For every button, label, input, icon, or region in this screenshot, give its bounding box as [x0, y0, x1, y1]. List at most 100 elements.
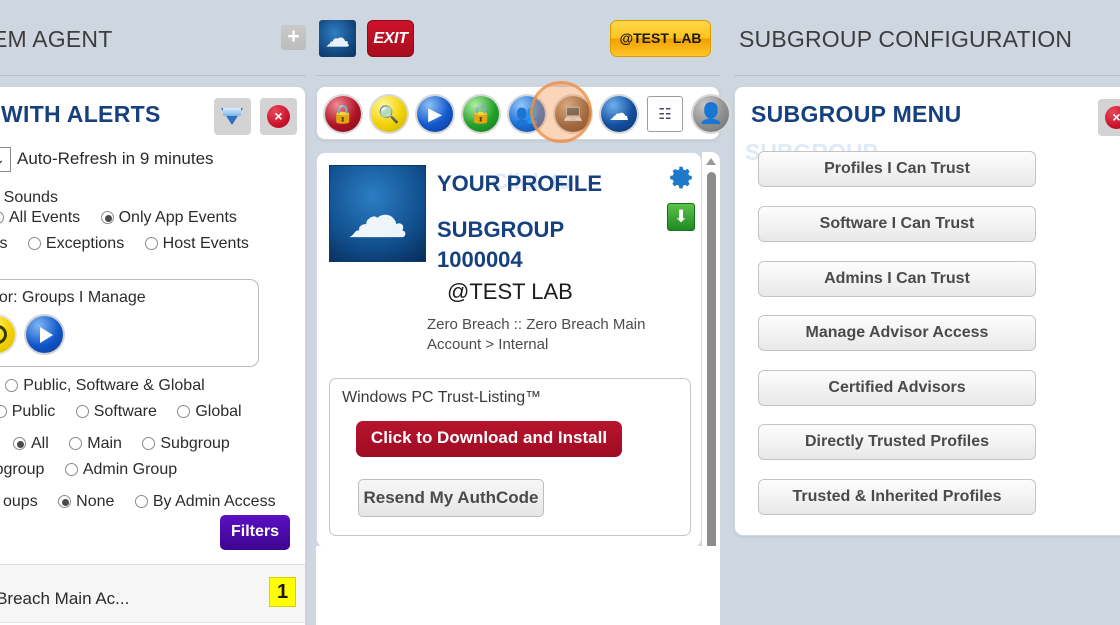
- radio-host-events[interactable]: [144, 237, 158, 255]
- radio-public-software-global[interactable]: [5, 379, 19, 397]
- filter-radio-row-4: Subgroup Admin Group: [0, 461, 193, 481]
- play-blue-icon[interactable]: ▶: [417, 96, 453, 132]
- user-avatar-icon[interactable]: 👤: [693, 96, 729, 132]
- radio-label-main: Main: [87, 435, 122, 452]
- radio-admin-group[interactable]: [64, 463, 78, 481]
- center-column: 🔒 🔍 ▶ 🔒 👥 💻 ☁ ☷ 👤 Click to ☁ YOUR PROFIL…: [316, 86, 729, 625]
- radio-label-only-app-events: Only App Events: [118, 209, 237, 226]
- radio-only-app-events[interactable]: [100, 211, 114, 229]
- tree-view-glyph: ☷: [658, 105, 672, 123]
- filter-funnel-icon[interactable]: [214, 98, 251, 135]
- monitor-brown-icon[interactable]: 💻: [555, 96, 591, 132]
- filter-radio-row-1: All Public, Software & Global: [0, 377, 221, 397]
- lock-green-glyph: 🔒: [469, 104, 493, 124]
- lock-red-icon[interactable]: 🔒: [325, 96, 361, 132]
- filters-button[interactable]: Filters: [220, 515, 290, 550]
- trust-listing-box: Windows PC Trust-Listing™ Click to Downl…: [329, 378, 691, 536]
- radio-label-subgroup-2: Subgroup: [0, 461, 45, 478]
- funnel-glyph: [221, 108, 243, 125]
- icon-toolbar: 🔒 🔍 ▶ 🔒 👥 💻 ☁ ☷ 👤: [316, 86, 729, 140]
- play-orb-icon[interactable]: [26, 316, 63, 353]
- profile-subgroup-line: SUBGROUP 1000004: [437, 217, 564, 272]
- magnifier-yellow-icon[interactable]: 🔍: [371, 96, 407, 132]
- lock-red-glyph: 🔒: [331, 104, 355, 124]
- radio-main[interactable]: [69, 437, 83, 455]
- radio-label-all-2: All: [31, 435, 49, 452]
- radio-label-public-software-global: Public, Software & Global: [23, 377, 205, 394]
- close-circle-icon: ×: [267, 105, 290, 128]
- cloud-blue-glyph: ☁: [609, 103, 629, 125]
- top-bar: EM AGENT + ☁ EXIT @TEST LAB SUBGROUP CON…: [0, 0, 1120, 76]
- profile-card: Click to ☁ YOUR PROFILE SUBGROUP 1000004…: [316, 152, 702, 548]
- subgroup-menu-title: SUBGROUP MENU: [751, 101, 962, 127]
- auto-refresh-label: Auto-Refresh in 9 minutes: [17, 149, 214, 168]
- radio-label-by-admin-access: By Admin Access: [152, 493, 276, 510]
- menu-button-software-i-can-trust[interactable]: Software I Can Trust: [758, 206, 1036, 242]
- lock-green-icon[interactable]: 🔒: [463, 96, 499, 132]
- radio-software[interactable]: [75, 405, 89, 423]
- groups-search-box: s for: Groups I Manage: [0, 279, 259, 367]
- radio-label-exceptions: Exceptions: [45, 235, 125, 252]
- menu-button-certified-advisors[interactable]: Certified Advisors: [758, 370, 1036, 406]
- em-agent-title: EM AGENT: [0, 26, 113, 52]
- filter-radio-row-5: oups None By Admin Access: [3, 493, 292, 513]
- radio-all-2[interactable]: [13, 437, 26, 455]
- center-column-bleed: [316, 546, 720, 625]
- radio-global[interactable]: [177, 405, 191, 423]
- download-icon[interactable]: [667, 203, 695, 231]
- avatar[interactable]: ☁: [329, 165, 426, 262]
- radio-label-host-events: Host Events: [162, 235, 249, 252]
- auto-refresh-select[interactable]: ⌄: [0, 147, 11, 172]
- right-column: SUBGROUP MENU × SUBGROUP Profiles I Can …: [734, 86, 1120, 536]
- radio-label-subgroup: Subgroup: [160, 435, 230, 452]
- close-circle-icon: ×: [1105, 106, 1120, 129]
- test-lab-button[interactable]: @TEST LAB: [610, 20, 711, 57]
- filter-radio-row-3: All Main Subgroup: [13, 435, 246, 455]
- users-blue-icon[interactable]: 👥: [509, 96, 545, 132]
- radio-label-global: Global: [195, 403, 242, 420]
- cloud-blue-icon[interactable]: ☁: [601, 96, 637, 132]
- chevron-down-icon: ⌄: [0, 151, 5, 168]
- magnifier-orb-icon[interactable]: [0, 316, 15, 353]
- radio-by-admin-access[interactable]: [134, 495, 148, 513]
- left-column: WITH ALERTS × ⌄ Auto-Refresh in 9 minute…: [0, 86, 306, 625]
- menu-button-manage-advisor-access[interactable]: Manage Advisor Access: [758, 315, 1036, 351]
- resend-authcode-button[interactable]: Resend My AuthCode: [358, 479, 544, 517]
- alerts-panel-title: WITH ALERTS: [1, 101, 161, 127]
- user-avatar-glyph: 👤: [698, 103, 724, 125]
- radio-label-apps: Apps: [0, 235, 8, 252]
- cloud-glyph: ☁: [325, 24, 350, 53]
- menu-button-trusted-inherited-profiles[interactable]: Trusted & Inherited Profiles: [758, 479, 1036, 515]
- alerts-panel: WITH ALERTS × ⌄ Auto-Refresh in 9 minute…: [0, 86, 306, 625]
- app-root: EM AGENT + ☁ EXIT @TEST LAB SUBGROUP CON…: [0, 0, 1120, 625]
- play-blue-glyph: ▶: [428, 104, 442, 124]
- exit-button[interactable]: EXIT: [367, 20, 414, 57]
- radio-label-admin-group: Admin Group: [82, 461, 178, 478]
- gear-icon[interactable]: [669, 165, 693, 189]
- cloud-logo-icon[interactable]: ☁: [319, 20, 356, 57]
- alert-sounds-radio-row-1: All Events Only App Events: [0, 209, 253, 229]
- download-install-button[interactable]: Click to Download and Install: [356, 421, 622, 457]
- filter-radio-row-2: ate Public Software Global: [0, 403, 258, 423]
- close-subgroup-menu-button[interactable]: ×: [1098, 99, 1120, 136]
- menu-button-directly-trusted-profiles[interactable]: Directly Trusted Profiles: [758, 424, 1036, 460]
- subgroup-menu-panel: SUBGROUP MENU × SUBGROUP Profiles I Can …: [734, 86, 1120, 536]
- profile-lab-line: @TEST LAB: [447, 279, 573, 304]
- radio-subgroup[interactable]: [142, 437, 156, 455]
- page-title: SUBGROUP CONFIGURATION: [739, 26, 1073, 52]
- scroll-up-arrow-icon[interactable]: [706, 158, 716, 165]
- list-item-line2: reach :: Zero Breach Main Ac...: [0, 589, 130, 608]
- menu-button-admins-i-can-trust[interactable]: Admins I Can Trust: [758, 261, 1036, 297]
- cloud-avatar-icon: ☁: [346, 182, 409, 252]
- list-item[interactable]: LAB reach :: Zero Breach Main Ac... 1: [0, 565, 305, 623]
- radio-none[interactable]: [58, 495, 72, 513]
- radio-public[interactable]: [0, 405, 7, 423]
- monitor-brown-glyph: 💻: [563, 105, 583, 122]
- menu-button-profiles-i-can-trust[interactable]: Profiles I Can Trust: [758, 151, 1036, 187]
- radio-label-none: None: [76, 493, 115, 510]
- tree-view-icon[interactable]: ☷: [647, 96, 683, 132]
- radio-all-events[interactable]: [0, 211, 4, 229]
- close-alerts-panel-button[interactable]: ×: [260, 98, 297, 135]
- radio-exceptions[interactable]: [27, 237, 41, 255]
- add-button[interactable]: +: [281, 25, 306, 50]
